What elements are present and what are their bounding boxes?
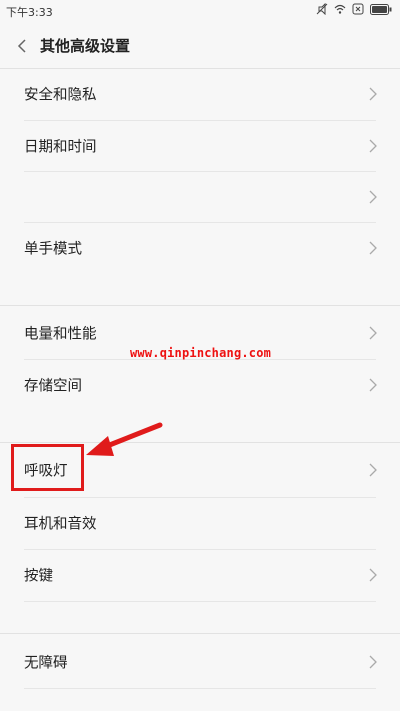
screen: 下午3:33 其他高级设置 安全和隐私 日期和时间 单手模式 电量和性能 存储空… xyxy=(0,0,400,711)
annotation-arrow-icon xyxy=(86,422,163,456)
